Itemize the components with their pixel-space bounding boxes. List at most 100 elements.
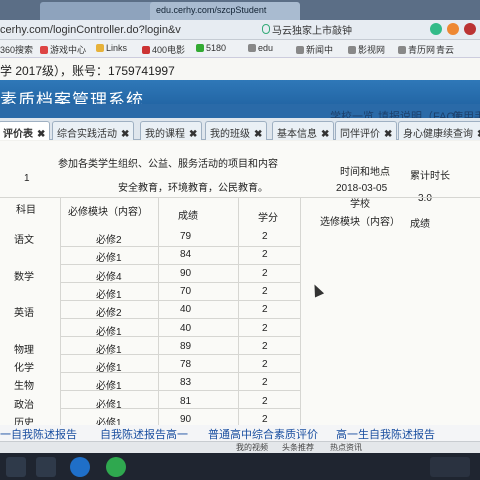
cell-credit: 2: [262, 322, 268, 334]
url-text[interactable]: cerhy.com/loginController.do?login&v: [0, 22, 181, 38]
cell-subject: 政治: [14, 399, 34, 411]
hot-search[interactable]: 马云独家上市敲钟: [262, 22, 352, 37]
header-elective-score: 成绩: [410, 219, 430, 230]
link-grade1-report[interactable]: 高一生自我陈述报告: [336, 426, 435, 442]
close-icon: ✖: [254, 129, 263, 140]
page-icon: [296, 46, 304, 54]
cell-module: 必修1: [96, 253, 122, 265]
status-hot-news[interactable]: 热点资讯: [330, 442, 362, 453]
extension-icon[interactable]: [430, 23, 442, 35]
browser-icon[interactable]: [70, 457, 90, 477]
evaluation-content: 参加各类学生组织、公益、服务活动的项目和内容 时间和地点 累计时长 1 安全教育…: [0, 141, 480, 429]
cell-score: 70: [180, 285, 192, 297]
tab-health[interactable]: 身心健康续查询✖: [398, 121, 480, 140]
account-bar: 学 2017级），账号：1759741997: [0, 58, 480, 80]
row-divider: [60, 354, 300, 355]
cell-credit: 2: [262, 395, 268, 407]
bookmark[interactable]: 影视网: [348, 43, 385, 56]
bookmark[interactable]: 5180: [196, 43, 226, 53]
cell-credit: 2: [262, 340, 268, 352]
clock-area[interactable]: [430, 457, 470, 477]
cell-subject: 语文: [14, 235, 34, 246]
cell-credit: 2: [262, 414, 268, 425]
status-my-video[interactable]: 我的视频: [236, 442, 268, 453]
browser-tab[interactable]: [40, 2, 160, 20]
row-divider: [60, 390, 300, 391]
header-subject: 科目: [16, 205, 36, 216]
close-icon: ✖: [189, 129, 198, 140]
tab-courses[interactable]: 我的课程 ✖: [140, 121, 203, 140]
cell-subject: 化学: [14, 363, 34, 375]
page-icon: [398, 46, 406, 54]
bookmarks-bar: 360搜索 游戏中心 Links 400电影 5180 edu 新闻中 影视网 …: [0, 40, 480, 58]
row-divider: [60, 408, 300, 409]
cell-score: 81: [180, 395, 192, 407]
cell-score: 90: [180, 267, 192, 279]
row-divider: [60, 264, 300, 265]
divider: [300, 197, 301, 425]
bookmark[interactable]: 游戏中心: [40, 43, 86, 56]
row-divider: [60, 372, 300, 373]
activity-date: 2018-03-05: [336, 183, 388, 194]
tab-peer-review[interactable]: 同伴评价 ✖: [335, 121, 398, 140]
taskview-icon[interactable]: [36, 457, 56, 477]
related-links: 一自我陈述报告 自我陈述报告高一 普通高中综合素质评价 高一生自我陈述报告: [0, 425, 480, 441]
cell-credit: 2: [262, 304, 268, 316]
row-divider: [60, 300, 300, 301]
header-module: 必修模块（内容）: [68, 207, 148, 218]
mouse-cursor-icon: [309, 282, 325, 298]
cell-module: 必修2: [96, 235, 122, 246]
folder-icon: [96, 44, 104, 52]
bookmark[interactable]: edu: [248, 43, 273, 53]
cell-score: 83: [180, 377, 192, 389]
tab-evaluation[interactable]: 评价表 ✖: [0, 121, 51, 140]
bookmark[interactable]: 新闻中: [296, 43, 333, 56]
360-browser-icon[interactable]: [106, 457, 126, 477]
cell-module: 必修4: [96, 271, 122, 283]
cell-credit: 2: [262, 359, 268, 371]
bookmark[interactable]: 400电影: [142, 43, 185, 56]
cell-subject: 英语: [14, 308, 34, 320]
bookmark[interactable]: 青历网: [398, 43, 435, 56]
cell-score: 79: [180, 231, 192, 242]
page-icon: [248, 44, 256, 52]
header-score: 成绩: [178, 211, 198, 222]
row-divider: [60, 336, 300, 337]
browser-tab-active[interactable]: edu.cerhy.com/szcpStudent: [150, 2, 300, 20]
cell-score: 78: [180, 359, 192, 371]
activity-content: 安全教育，环境教育，公民教育。: [118, 183, 268, 194]
cell-subject: 生物: [14, 381, 34, 393]
activity-duration: 3.0: [418, 193, 432, 204]
cell-score: 90: [180, 414, 192, 425]
cell-score: 40: [180, 304, 192, 316]
cell-credit: 2: [262, 267, 268, 279]
cell-credit: 2: [262, 285, 268, 297]
tab-basic-info[interactable]: 基本信息 ✖: [272, 121, 335, 140]
user-icon[interactable]: [447, 23, 459, 35]
game-icon: [196, 44, 204, 52]
start-icon[interactable]: [6, 457, 26, 477]
row-divider: [60, 246, 300, 247]
close-icon: ✖: [384, 129, 393, 140]
bookmark[interactable]: 360搜索: [0, 43, 33, 56]
link-self-report-grade1[interactable]: 自我陈述报告高一: [100, 426, 188, 442]
tab-practice[interactable]: 综合实践活动 ✖: [52, 121, 135, 140]
url-right: edu.cerhy.com/szcpStudent: [156, 5, 267, 15]
menu-icon[interactable]: [464, 23, 476, 35]
activity-col-time: 时间和地点: [340, 167, 390, 178]
address-bar[interactable]: cerhy.com/loginController.do?login&v 马云独…: [0, 20, 480, 40]
game-icon: [40, 46, 48, 54]
tab-class[interactable]: 我的班级 ✖: [205, 121, 268, 140]
status-bar: 我的视频 头条推荐 热点资讯: [0, 441, 480, 453]
bookmark[interactable]: 青云: [436, 43, 454, 56]
status-headline[interactable]: 头条推荐: [282, 442, 314, 453]
link-self-report[interactable]: 一自我陈述报告: [0, 426, 77, 442]
header-elective-module: 选修模块（内容）: [320, 217, 400, 228]
close-icon: ✖: [121, 129, 130, 140]
close-icon: ✖: [37, 129, 46, 140]
toolbar-icons: [430, 23, 476, 37]
video-icon: [142, 46, 150, 54]
link-quality-eval[interactable]: 普通高中综合素质评价: [208, 426, 318, 442]
bookmark[interactable]: Links: [96, 43, 127, 53]
divider: [0, 197, 480, 198]
